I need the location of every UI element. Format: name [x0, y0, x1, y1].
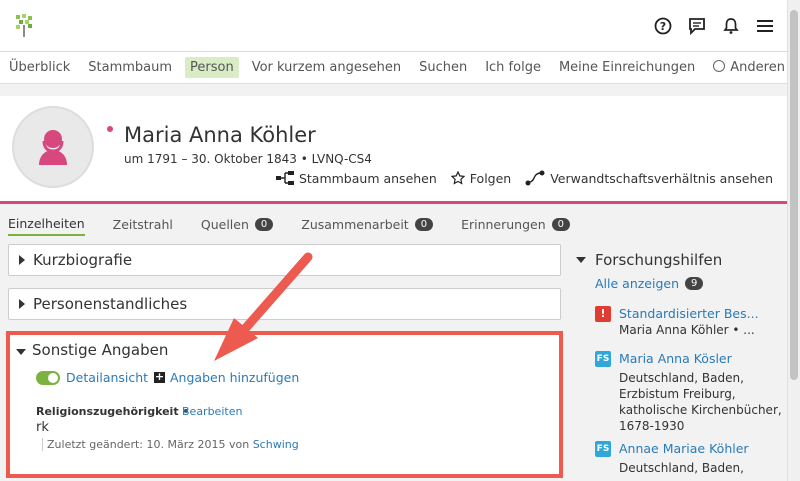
- chevron-down-icon[interactable]: [576, 257, 586, 263]
- star-icon: [450, 171, 465, 185]
- show-all-link[interactable]: Alle anzeigen: [595, 276, 679, 291]
- detail-view-label[interactable]: Detailansicht: [66, 370, 148, 385]
- hint-line: Deutschland, Baden,: [619, 371, 744, 385]
- tab-zeitstrahl[interactable]: Zeitstrahl: [113, 217, 173, 235]
- nav-item-person[interactable]: Person: [185, 57, 239, 78]
- tab-quellen-count: 0: [254, 218, 274, 231]
- hint-title-1[interactable]: Maria Anna Kösler: [619, 351, 732, 366]
- svg-text:?: ?: [660, 20, 666, 33]
- research-helpers-title: Forschungshilfen: [595, 251, 723, 269]
- edit-religion-link[interactable]: Bearbeiten: [182, 405, 242, 418]
- section-sonstige-angaben: Sonstige Angaben Detailansicht + Angaben…: [6, 331, 563, 478]
- tab-erinnerungen-count: 0: [551, 218, 571, 231]
- tab-einzelheiten-label: Einzelheiten: [8, 216, 85, 231]
- chat-icon[interactable]: [687, 16, 707, 36]
- tree-icon: [275, 171, 294, 185]
- tab-zusammenarbeit-label: Zusammenarbeit: [301, 217, 409, 232]
- hint-title-2[interactable]: Annae Mariae Köhler: [619, 441, 749, 456]
- section-kurzbiografie[interactable]: Kurzbiografie: [8, 244, 561, 276]
- nav-item-einreichungen[interactable]: Meine Einreichungen: [554, 57, 700, 78]
- top-bar: ?: [0, 0, 787, 52]
- follow-button[interactable]: Folgen: [450, 170, 512, 186]
- hint-line: Deutschland, Baden,: [619, 461, 744, 475]
- hint-body-1: Deutschland, Baden, Erzbistum Freiburg, …: [619, 370, 782, 434]
- add-info-button[interactable]: Angaben hinzufügen: [170, 370, 299, 385]
- view-tree-button[interactable]: Stammbaum ansehen: [275, 170, 437, 186]
- hint-line: 1678-1930: [619, 419, 685, 433]
- section-sonstige-title[interactable]: Sonstige Angaben: [32, 341, 168, 359]
- tab-erinnerungen[interactable]: Erinnerungen 0: [461, 217, 571, 235]
- tab-zusammenarbeit-count: 0: [414, 218, 434, 231]
- section-personenstand-title: Personenstandliches: [33, 295, 188, 313]
- hint-line: katholische Kirchenbücher,: [619, 403, 782, 417]
- chevron-right-icon: [19, 299, 25, 309]
- relationship-button[interactable]: Verwandtschaftsverhältnis ansehen: [525, 170, 773, 186]
- female-person-icon: [39, 130, 67, 165]
- tab-quellen[interactable]: Quellen 0: [200, 217, 274, 235]
- detail-view-toggle[interactable]: [36, 371, 60, 385]
- help-icon[interactable]: ?: [653, 16, 673, 36]
- nav-item-recent[interactable]: Vor kurzem angesehen: [247, 57, 406, 78]
- relationship-label: Verwandtschaftsverhältnis ansehen: [550, 170, 773, 186]
- main-nav: Überblick Stammbaum Person Vor kurzem an…: [0, 52, 800, 84]
- last-changed-text: Zuletzt geändert: 10. März 2015 von: [47, 438, 250, 451]
- tab-einzelheiten[interactable]: Einzelheiten: [8, 216, 85, 236]
- tab-quellen-label: Quellen: [200, 217, 249, 232]
- person-lifespan: um 1791 – 30. Oktober 1843 • LVNQ-CS4: [124, 152, 372, 166]
- hint-body-0: Maria Anna Köhler • ...: [619, 322, 755, 338]
- person-header: Maria Anna Köhler um 1791 – 30. Oktober …: [0, 96, 787, 204]
- hint-count: 9: [685, 277, 704, 290]
- hint-title-0[interactable]: Standardisierter Bes...: [619, 306, 759, 321]
- record-hint-icon: FS: [595, 351, 611, 367]
- nav-item-stammbaum[interactable]: Stammbaum: [83, 57, 177, 78]
- section-personenstand[interactable]: Personenstandliches: [8, 288, 561, 320]
- menu-icon[interactable]: [755, 16, 775, 36]
- page-title: Maria Anna Köhler: [124, 123, 316, 147]
- religion-label: Religionszugehörigkeit •: [36, 405, 190, 418]
- nav-item-ueberblick[interactable]: Überblick: [4, 57, 75, 78]
- scrollbar[interactable]: [787, 0, 800, 481]
- tab-zeitstrahl-label: Zeitstrahl: [112, 217, 173, 232]
- avatar: [12, 106, 94, 188]
- tab-zusammenarbeit[interactable]: Zusammenarbeit 0: [301, 217, 434, 235]
- bell-icon[interactable]: [721, 16, 741, 36]
- contributor-link[interactable]: Schwing: [253, 438, 299, 451]
- last-changed: Zuletzt geändert: 10. März 2015 von Schw…: [42, 438, 299, 451]
- hint-body-2: Deutschland, Baden,: [619, 460, 744, 476]
- nav-item-suchen[interactable]: Suchen: [414, 57, 472, 78]
- record-hint-icon: FS: [595, 441, 611, 457]
- familysearch-logo-icon[interactable]: [14, 14, 34, 38]
- view-tree-label: Stammbaum ansehen: [298, 170, 437, 186]
- plus-icon[interactable]: +: [154, 371, 165, 383]
- alert-icon: !: [595, 306, 611, 322]
- chevron-down-icon[interactable]: [16, 349, 26, 355]
- section-kurzbiografie-title: Kurzbiografie: [33, 251, 133, 269]
- person-tabs: Einzelheiten Zeitstrahl Quellen 0 Zusamme…: [0, 214, 598, 238]
- relationship-icon: [525, 170, 545, 186]
- religion-value: rk: [36, 420, 49, 435]
- scrollbar-thumb[interactable]: [790, 10, 798, 380]
- hint-line: Maria Anna Köhler • ...: [619, 323, 755, 337]
- tab-erinnerungen-label: Erinnerungen: [461, 217, 546, 232]
- religion-label-text: Religionszugehörigkeit: [36, 405, 179, 418]
- hint-line: Erzbistum Freiburg,: [619, 387, 736, 401]
- follow-label: Folgen: [469, 170, 512, 186]
- gender-dot: [107, 126, 113, 132]
- chevron-right-icon: [19, 255, 25, 265]
- globe-icon: [713, 60, 726, 72]
- nav-item-ich-folge[interactable]: Ich folge: [480, 57, 546, 78]
- show-all-hints[interactable]: Alle anzeigen 9: [595, 276, 704, 291]
